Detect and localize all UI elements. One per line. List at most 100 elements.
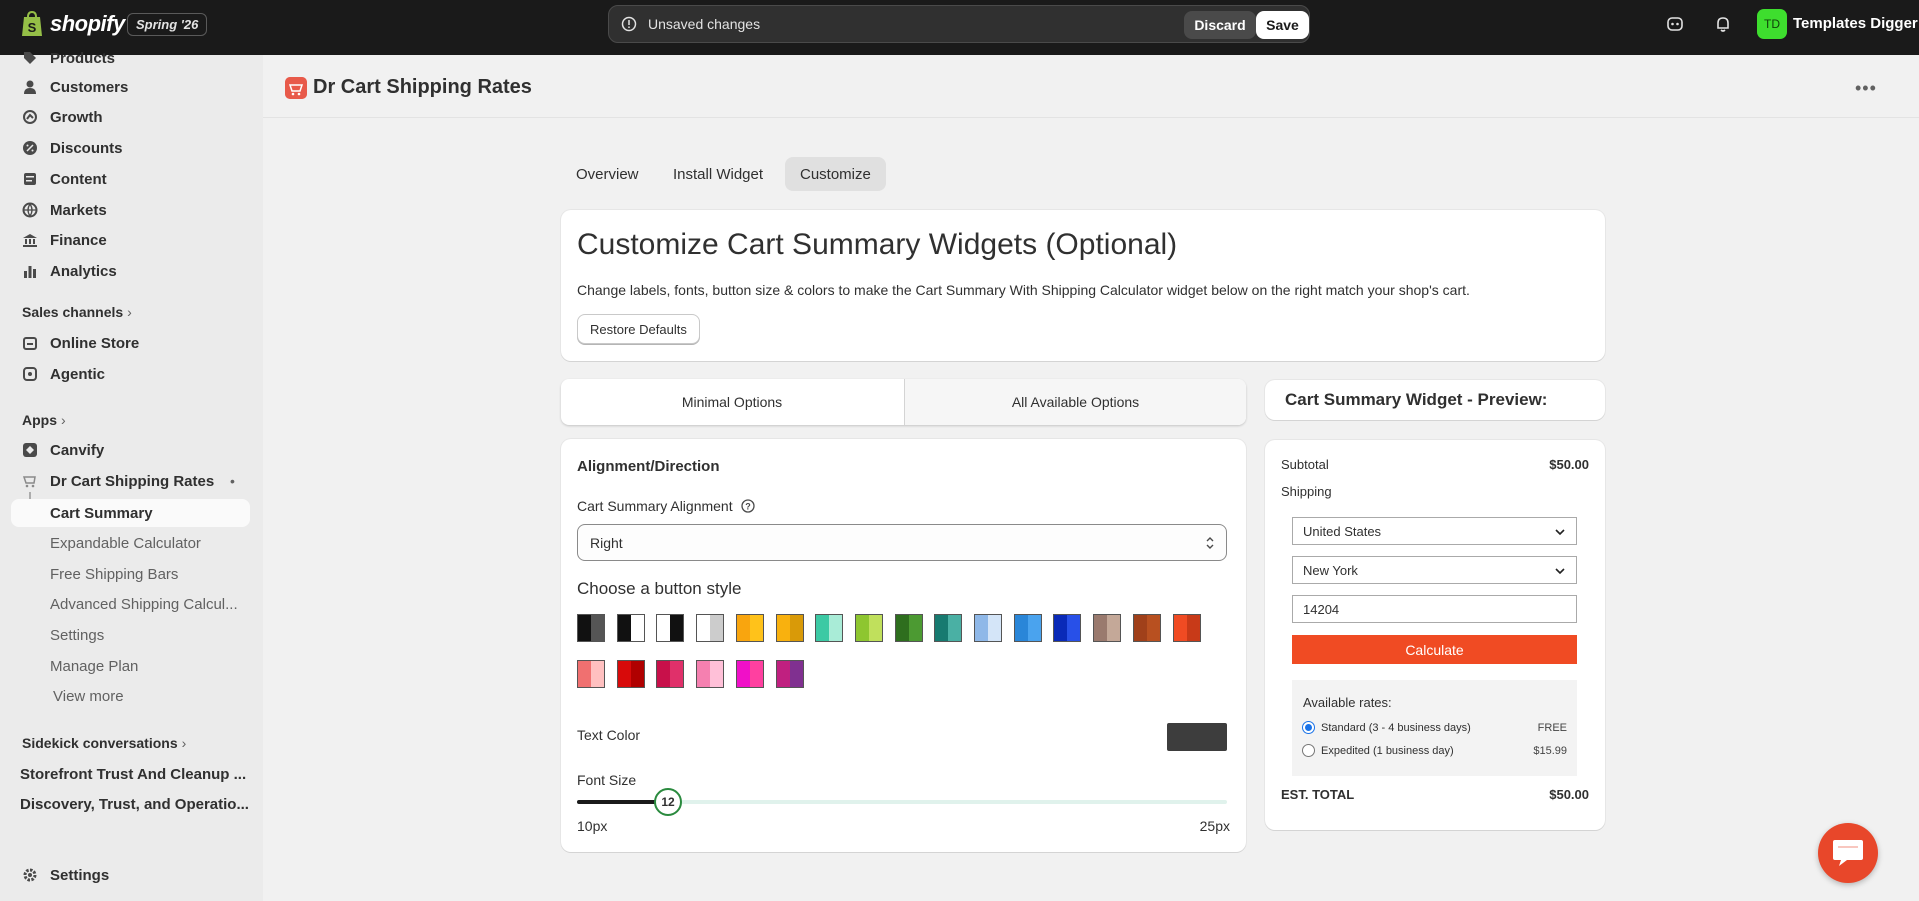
help-icon[interactable]: ? <box>740 499 755 513</box>
growth-icon <box>23 110 37 124</box>
shopify-logo[interactable]: S shopify <box>20 10 125 38</box>
more-actions-icon[interactable]: ••• <box>1855 78 1877 99</box>
chevron-down-icon <box>1555 568 1565 575</box>
button-style-swatch[interactable] <box>656 660 685 688</box>
button-style-swatch[interactable] <box>656 614 685 642</box>
button-style-swatch[interactable] <box>577 660 605 688</box>
header-divider <box>263 117 1919 118</box>
tab-customize[interactable]: Customize <box>785 157 886 191</box>
radio-selected[interactable] <box>1302 721 1315 734</box>
button-style-swatch[interactable] <box>735 614 764 642</box>
button-style-swatch[interactable] <box>616 660 645 688</box>
sidebar-subitem-advanced-shipping[interactable]: Advanced Shipping Calcul... <box>0 590 263 618</box>
sidebar-subitem-free-shipping-bars[interactable]: Free Shipping Bars <box>0 560 263 588</box>
canvify-icon <box>23 443 37 457</box>
sidebar: Products Customers Growth Discounts Cont… <box>0 50 263 901</box>
button-style-swatch[interactable] <box>974 614 1002 642</box>
sidebar-subitem-cart-summary[interactable]: Cart Summary <box>0 499 263 527</box>
apps-heading[interactable]: Apps › <box>22 412 66 428</box>
sidebar-item-online-store[interactable]: Online Store <box>0 329 263 357</box>
pin-dot-icon[interactable]: • <box>230 473 235 489</box>
rate-option-standard[interactable]: Standard (3 - 4 business days) FREE <box>1302 721 1567 734</box>
tab-minimal-options[interactable]: Minimal Options <box>561 379 903 425</box>
unsaved-text: Unsaved changes <box>648 16 761 32</box>
tab-install-widget[interactable]: Install Widget <box>658 157 778 191</box>
alert-circle-icon <box>621 16 637 32</box>
sidebar-subitem-settings[interactable]: Settings <box>0 621 263 649</box>
button-style-title: Choose a button style <box>577 579 742 598</box>
button-style-swatch[interactable] <box>616 614 645 642</box>
button-style-swatch[interactable] <box>735 660 764 688</box>
alignment-select[interactable]: Right <box>577 524 1227 561</box>
state-select[interactable]: New York <box>1292 556 1577 584</box>
page-title: Dr Cart Shipping Rates <box>285 76 532 99</box>
calculate-button[interactable]: Calculate <box>1292 635 1577 664</box>
slider-min-label: 10px <box>577 818 608 834</box>
text-color-picker[interactable] <box>1167 723 1227 751</box>
restore-defaults-button[interactable]: Restore Defaults <box>577 314 700 344</box>
sidebar-item-markets[interactable]: Markets <box>0 196 263 224</box>
bell-icon[interactable] <box>1713 14 1733 34</box>
sidebar-item-discounts[interactable]: Discounts <box>0 134 263 162</box>
text-color-label: Text Color <box>577 727 641 743</box>
sidebar-item-finance[interactable]: Finance <box>0 226 263 254</box>
sidebar-item-growth[interactable]: Growth <box>0 103 263 131</box>
chat-button[interactable] <box>1818 823 1878 883</box>
conversation-item[interactable]: Storefront Trust And Cleanup ... <box>20 766 246 783</box>
app-icon <box>22 476 36 488</box>
button-style-swatch[interactable] <box>815 614 844 642</box>
customize-heading: Customize Cart Summary Widgets (Optional… <box>577 228 1178 261</box>
discard-button[interactable]: Discard <box>1184 11 1256 39</box>
est-total-row: EST. TOTAL $50.00 <box>1281 787 1589 802</box>
button-style-swatch[interactable] <box>1132 614 1161 642</box>
slider-thumb[interactable]: 12 <box>654 788 682 816</box>
sales-channels-heading[interactable]: Sales channels › <box>22 304 132 320</box>
sidebar-subitem-expandable-calculator[interactable]: Expandable Calculator <box>0 529 263 557</box>
zip-input[interactable]: 14204 <box>1292 595 1577 623</box>
button-style-swatch[interactable] <box>696 660 725 688</box>
button-style-swatch[interactable] <box>854 614 883 642</box>
avatar[interactable]: TD <box>1757 9 1787 39</box>
sidebar-subitem-manage-plan[interactable]: Manage Plan <box>0 652 263 680</box>
button-style-swatch[interactable] <box>1013 614 1042 642</box>
rate-option-expedited[interactable]: Expedited (1 business day) $15.99 <box>1302 744 1567 757</box>
button-style-swatch[interactable] <box>775 614 804 642</box>
button-style-swatch[interactable] <box>934 614 963 642</box>
button-style-swatch[interactable] <box>577 614 605 642</box>
discount-icon <box>23 141 37 155</box>
sidebar-item-agentic[interactable]: Agentic <box>0 360 263 388</box>
sidekick-icon[interactable] <box>1665 14 1685 34</box>
tab-overview[interactable]: Overview <box>561 157 654 191</box>
alignment-label: Cart Summary Alignment ? <box>577 498 755 514</box>
button-style-swatch[interactable] <box>696 614 725 642</box>
section-title: Alignment/Direction <box>577 458 720 475</box>
sidebar-view-more[interactable]: View more <box>0 682 263 710</box>
button-style-swatch[interactable] <box>1093 614 1122 642</box>
slider-max-label: 25px <box>1199 818 1230 834</box>
button-style-swatch[interactable] <box>1053 614 1082 642</box>
sidebar-item-settings[interactable]: Settings <box>0 861 263 889</box>
button-style-swatch[interactable] <box>894 614 923 642</box>
save-button[interactable]: Save <box>1256 11 1309 39</box>
button-style-swatch[interactable] <box>1172 614 1201 642</box>
option-tabs: Minimal Options All Available Options <box>561 379 1246 425</box>
sidebar-item-content[interactable]: Content <box>0 165 263 193</box>
font-size-label: Font Size <box>577 772 637 788</box>
store-name[interactable]: Templates Digger <box>1793 15 1918 32</box>
rates-title: Available rates: <box>1303 695 1392 710</box>
tab-all-available-options[interactable]: All Available Options <box>904 379 1246 425</box>
sidebar-item-analytics[interactable]: Analytics <box>0 257 263 285</box>
sidebar-item-canvify[interactable]: Canvify <box>0 436 263 464</box>
radio-unselected[interactable] <box>1302 744 1315 757</box>
top-bar: S shopify Spring '26 Unsaved changes Dis… <box>0 0 1919 55</box>
settings-card: Alignment/Direction Cart Summary Alignme… <box>561 439 1246 852</box>
sidebar-item-customers[interactable]: Customers <box>0 73 263 101</box>
tag-icon <box>24 52 36 64</box>
country-select[interactable]: United States <box>1292 517 1577 545</box>
customize-description: Change labels, fonts, button size & colo… <box>577 282 1470 298</box>
sidekick-conversations-heading[interactable]: Sidekick conversations › <box>22 735 186 751</box>
sidebar-item-products[interactable]: Products <box>0 44 263 72</box>
conversation-item[interactable]: Discovery, Trust, and Operatio... <box>20 796 249 813</box>
sidebar-item-dr-cart[interactable]: Dr Cart Shipping Rates • <box>0 467 263 495</box>
button-style-swatch[interactable] <box>775 660 804 688</box>
